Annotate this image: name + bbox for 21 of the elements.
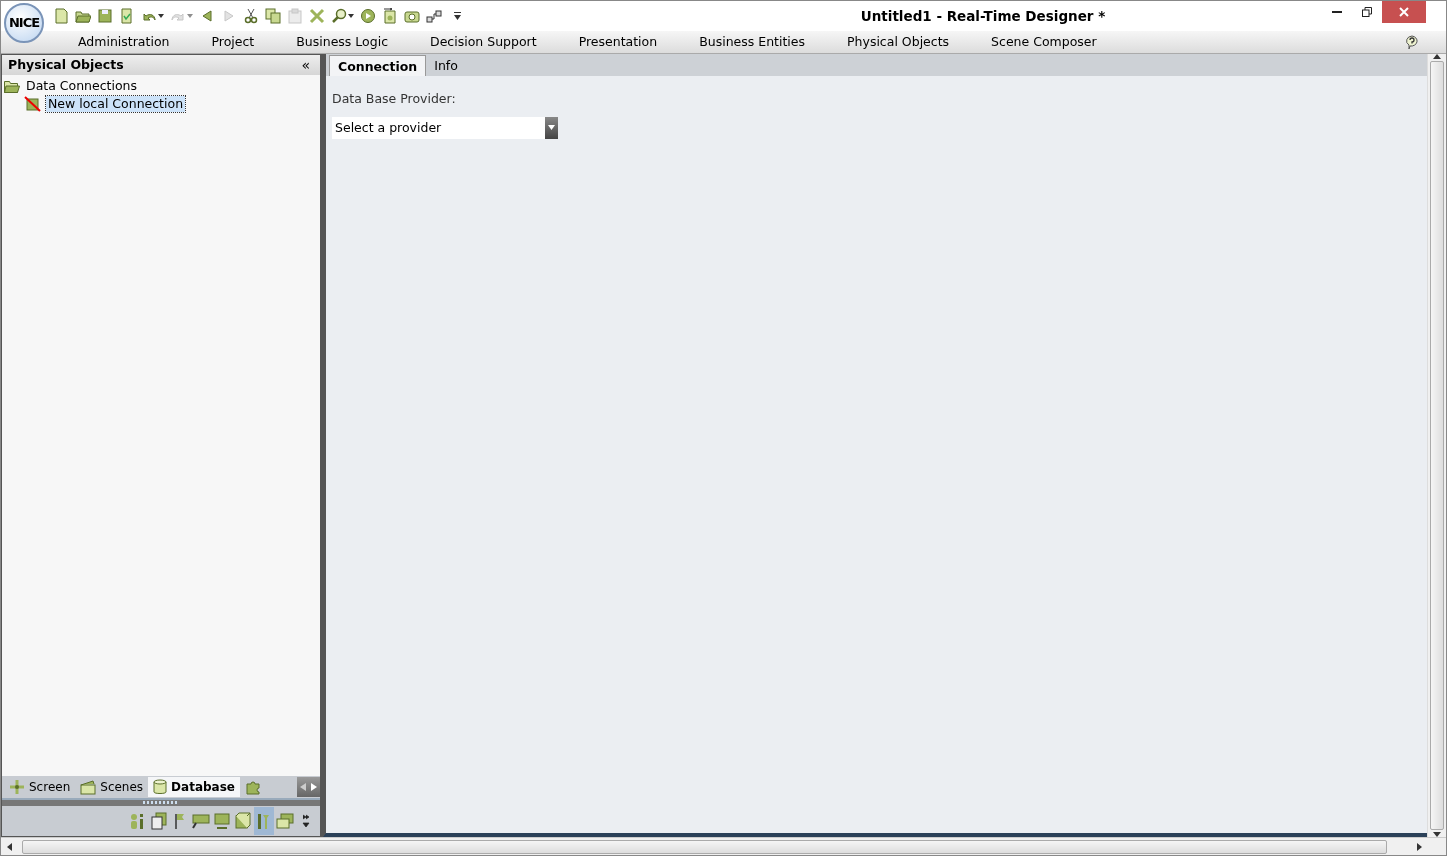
tree-item[interactable]: New local Connection	[46, 96, 186, 112]
panel-tab[interactable]: Database	[148, 777, 240, 797]
menu-item[interactable]: Scene Composer	[970, 32, 1118, 52]
menu-item[interactable]: Business Logic	[275, 32, 410, 52]
tree-item[interactable]: Data Connections	[24, 78, 140, 94]
menu-item[interactable]: Physical Objects	[826, 32, 971, 52]
app-logo: NICE	[4, 3, 44, 43]
editor-tab[interactable]: Info	[426, 55, 466, 76]
menu-item[interactable]: Administration	[57, 32, 191, 52]
editor-tab[interactable]: Connection	[329, 55, 427, 76]
panel-tab[interactable]: Screen	[4, 777, 76, 797]
panel-title: Physical Objects	[8, 55, 124, 74]
window-title: Untitled1 - Real-Time Designer *	[859, 6, 1107, 26]
provider-select[interactable]: Select a provider	[332, 116, 545, 139]
collapse-button[interactable]: «	[297, 58, 314, 72]
menu-item[interactable]: Presentation	[557, 32, 679, 52]
menu-item[interactable]: Project	[190, 32, 276, 52]
menu-item[interactable]: Business Entities	[678, 32, 827, 52]
provider-label: Data Base Provider:	[332, 90, 457, 108]
menu-item[interactable]: Decision Support	[409, 32, 558, 52]
panel-tab[interactable]: Scenes	[75, 777, 149, 797]
